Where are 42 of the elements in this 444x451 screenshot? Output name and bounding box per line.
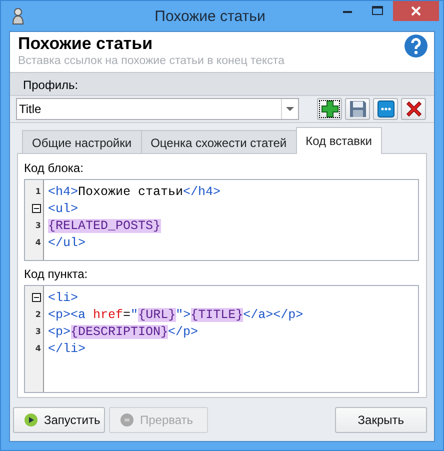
code-line: <li> (47, 290, 78, 304)
dialog-title: Похожие статьи (18, 34, 154, 54)
plus-icon (320, 100, 338, 118)
dialog-subtitle: Вставка ссылок на похожие статьи в конец текста (18, 54, 286, 69)
close-button[interactable] (393, 1, 439, 21)
run-button[interactable]: Запустить (13, 407, 105, 433)
close-icon (411, 6, 421, 16)
stop-icon (120, 413, 134, 427)
editor-label: Код пункта: (24, 266, 89, 283)
tab[interactable]: Общие настройки (22, 130, 142, 154)
line-number: 2 (35, 310, 41, 319)
window-title: Похожие статьи (154, 8, 266, 24)
help-icon[interactable] (404, 34, 428, 58)
close-button[interactable]: Закрыть (334, 407, 427, 433)
line-number: 4 (35, 344, 41, 353)
code-line: </ul> (47, 236, 86, 250)
maximize-icon (372, 6, 384, 16)
play-icon (24, 413, 38, 427)
dropdown-arrow-icon (286, 107, 294, 111)
code-line: <p>{DESCRIPTION}</p> (47, 324, 198, 338)
code-line: <ul> (47, 202, 78, 216)
toolbar-button[interactable] (401, 98, 426, 120)
line-number: 4 (35, 238, 41, 247)
toolbar-button[interactable] (317, 98, 342, 120)
more-icon (376, 100, 394, 118)
code-line: </li> (47, 342, 86, 356)
fold-icon[interactable] (32, 204, 41, 213)
line-number: 3 (35, 327, 41, 336)
toolbar-button[interactable] (373, 98, 398, 120)
profile-dropdown[interactable]: Title (16, 98, 299, 120)
code-editor[interactable]: 1 <h4>Похожие статьи</h4> <ul> 3 {RELATED_POSTS} 4 </ul> (24, 179, 419, 261)
line-number: 3 (35, 221, 41, 230)
editor-label: Код блока: (24, 160, 84, 177)
tab[interactable]: Оценка схожести статей (140, 130, 297, 154)
code-line: <p><a href="{URL}">{TITLE}</a></p> (47, 308, 304, 322)
code-line: <h4>Похожие статьи</h4> (47, 184, 221, 198)
tab[interactable]: Код вставки (296, 127, 382, 154)
delete-icon (404, 100, 422, 118)
fold-icon[interactable] (32, 293, 41, 302)
line-number: 1 (35, 187, 41, 196)
profile-label: Профиль: (22, 77, 80, 94)
code-editor[interactable]: <li> 2 <p><a href="{URL}">{TITLE}</a></p> 3 <p>{DESCRIPTION}</p> 4 </li> (24, 285, 419, 393)
